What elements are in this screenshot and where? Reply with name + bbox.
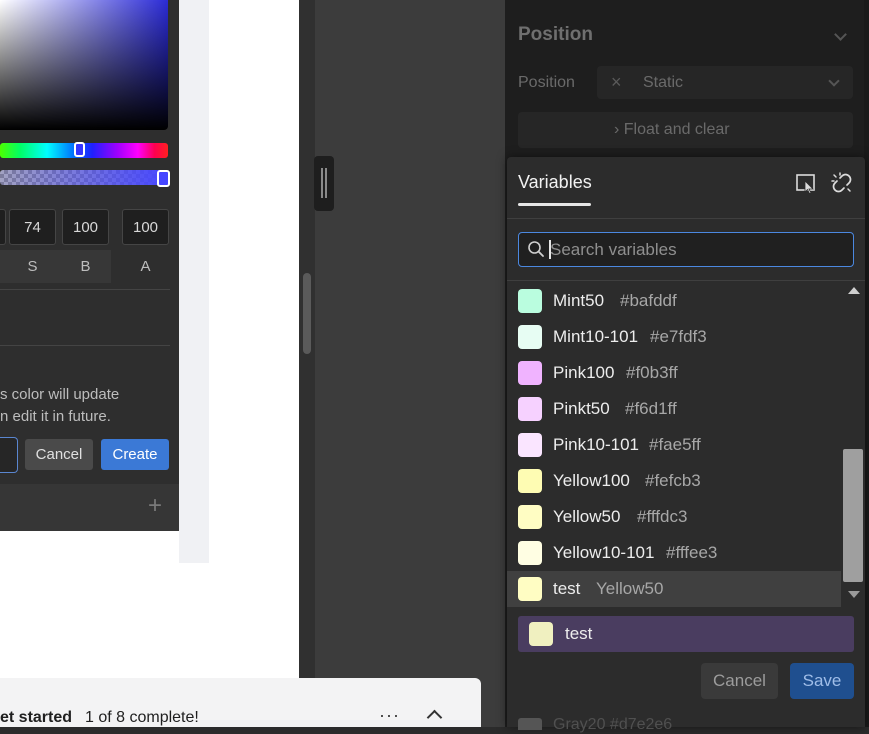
tab-active-indicator [518,203,591,206]
saturation-input[interactable]: 74 [9,209,56,245]
variables-cancel-button[interactable]: Cancel [701,663,778,699]
scroll-up-icon[interactable] [848,287,860,294]
variable-name: Yellow50 [553,507,621,526]
scroll-down-icon[interactable] [848,591,860,598]
variable-list-item[interactable]: Yellow50 #fffdc3 [507,499,841,535]
variable-value: #fffee3 [666,543,718,562]
variable-name: Pink10-101 [553,435,640,454]
alpha-slider-handle[interactable] [157,170,170,187]
variable-value: #f0b3ff [626,363,678,382]
variable-name: Mint10-101 [553,327,639,346]
get-started-title[interactable]: et started [0,709,72,727]
variable-list-item[interactable]: Mint10-101 #e7fdf3 [507,319,841,355]
color-swatch [518,325,542,349]
color-swatch [518,541,542,565]
color-swatch [518,505,542,529]
variable-value: #bafddf [620,291,677,310]
partial-list-item: Gray20 #d7e2e6 [553,716,673,733]
picker-cancel-button[interactable]: Cancel [25,439,93,470]
plus-icon[interactable]: + [145,494,165,518]
variables-save-button[interactable]: Save [790,663,854,699]
detach-link-icon[interactable] [831,172,853,194]
variable-list-item[interactable]: Pinkt50 #f6d1ff [507,391,841,427]
brightness-input[interactable]: 100 [62,209,109,245]
color-swatch [518,397,542,421]
position-label: Position [518,74,575,91]
scrollbar-thumb[interactable] [843,449,863,582]
clear-icon[interactable]: × [611,72,622,93]
color-swatch [518,718,542,730]
variable-value: #fffdc3 [637,507,688,526]
name-input-edge[interactable] [0,437,18,473]
variable-value: #f6d1ff [625,399,677,418]
get-started-bar [0,678,481,727]
variable-list-item[interactable]: Yellow100 #fefcb3 [507,463,841,499]
variable-name: Mint50 [553,291,605,310]
hue-value-input[interactable] [0,209,6,245]
variable-list-item[interactable]: Pink10-101 #fae5ff [507,427,841,463]
navigator-panel [315,0,505,727]
saturation-label: S [27,258,38,275]
brightness-label: B [80,258,91,275]
navigator-scrollbar[interactable] [303,273,311,354]
divider [507,280,865,281]
text-cursor [549,240,551,259]
more-icon[interactable]: ··· [379,705,400,726]
alpha-slider[interactable] [0,170,168,185]
float-and-clear-label: › Float and clear [614,121,730,138]
color-swatch [518,289,542,313]
search-input[interactable] [550,235,840,264]
tab-variables[interactable]: Variables [518,172,592,193]
color-swatch [518,361,542,385]
position-select[interactable] [597,66,853,99]
preview-variable-name: test [565,624,593,643]
new-variable-preview: test [518,616,854,652]
alpha-label: A [140,258,151,275]
picker-create-button[interactable]: Create [101,439,169,470]
select-element-icon[interactable] [795,172,817,194]
canvas-strip [179,0,209,563]
panel-resize-handle[interactable] [314,156,334,211]
color-swatch [518,433,542,457]
picker-note-line: s color will update [0,386,120,403]
variable-list-item[interactable]: Mint50 #bafddf [507,283,841,319]
divider [0,289,170,290]
variable-value: #fae5ff [649,435,701,454]
divider [0,345,170,346]
position-select-value: Static [643,74,684,91]
variable-name: Yellow10-101 [553,543,655,562]
variable-value: Yellow50 [596,579,664,598]
variable-name: Pink100 [553,363,615,382]
variable-list-item[interactable]: test Yellow50 [507,571,841,607]
variable-name: test [553,579,581,598]
color-swatch [529,622,553,646]
variable-value: #e7fdf3 [650,327,707,346]
search-icon [528,241,544,257]
hue-slider-handle[interactable] [74,142,85,157]
saturation-brightness-field[interactable] [0,0,168,130]
color-swatch [518,469,542,493]
divider [507,218,865,219]
color-swatch [518,577,542,601]
picker-note-line: n edit it in future. [0,408,111,425]
position-section-title[interactable]: Position [518,24,593,46]
variable-list-item[interactable]: Pink100 #f0b3ff [507,355,841,391]
variable-list-item[interactable]: Yellow10-101 #fffee3 [507,535,841,571]
get-started-progress: 1 of 8 complete! [85,709,199,726]
alpha-input[interactable]: 100 [122,209,169,245]
variable-value: #fefcb3 [645,471,701,490]
variable-name: Yellow100 [553,471,630,490]
variable-name: Pinkt50 [553,399,610,418]
